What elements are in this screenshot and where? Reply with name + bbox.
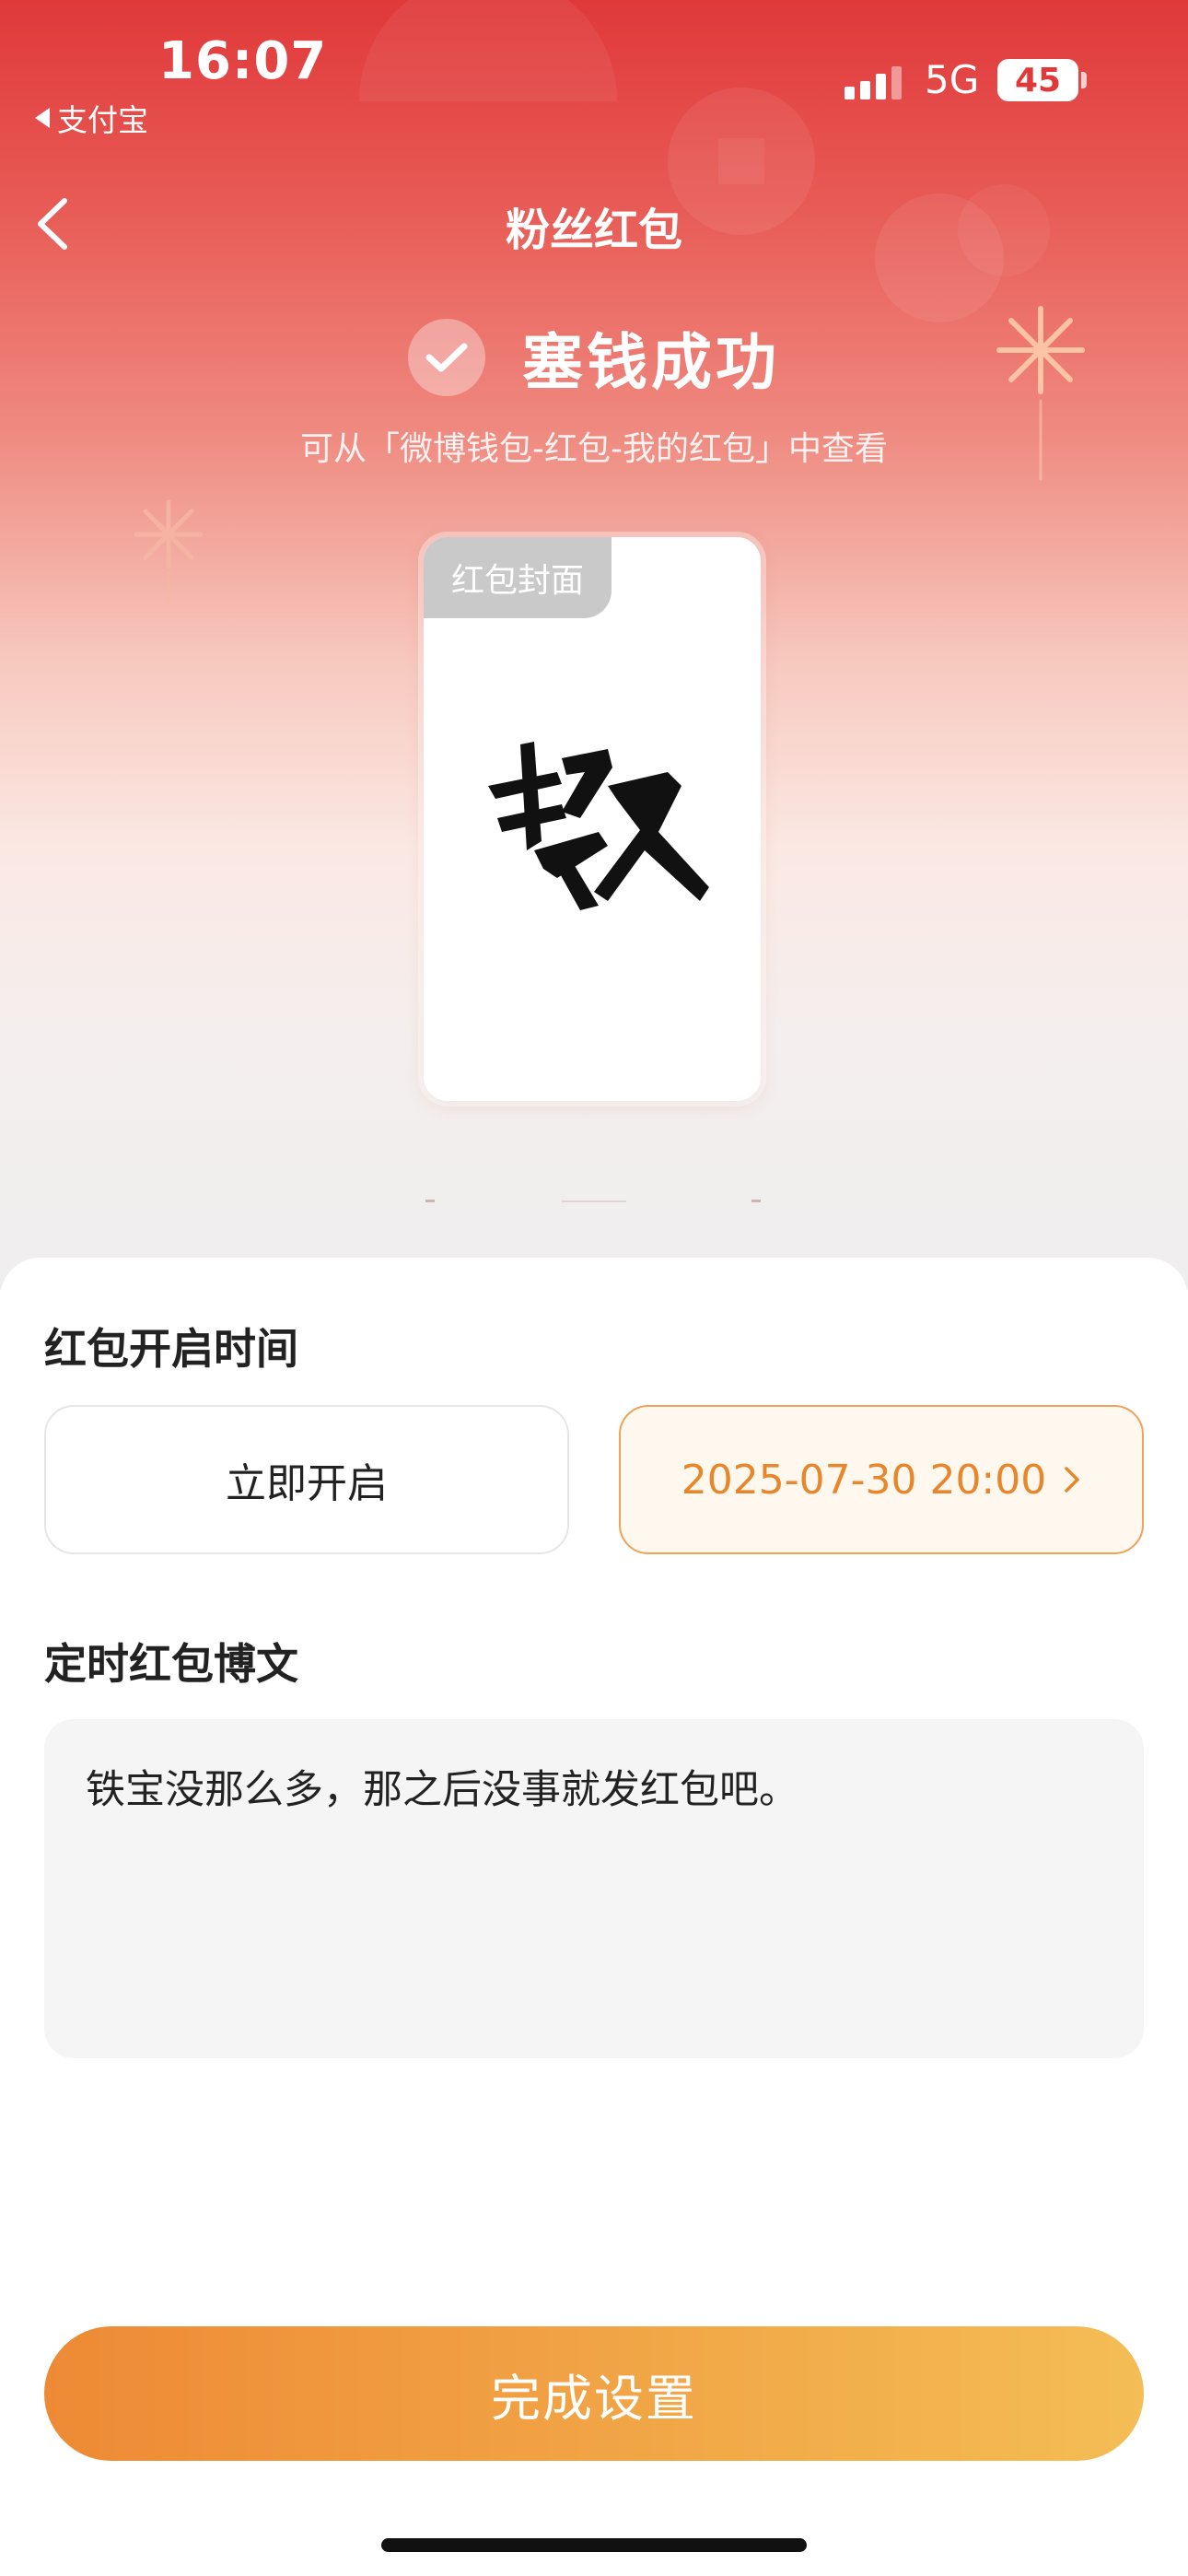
success-subtitle: 可从「微博钱包-红包-我的红包」中查看 — [300, 430, 888, 468]
page-title: 粉丝红包 — [505, 205, 682, 256]
post-content-text: 铁宝没那么多，那之后没事就发红包吧。 — [86, 1767, 798, 1813]
home-indicator — [381, 2538, 807, 2552]
cover-calligraphy-art — [488, 742, 709, 910]
open-time-title: 红包开启时间 — [44, 1324, 298, 1374]
return-to-app-link[interactable]: 支付宝 — [35, 96, 148, 140]
open-now-label: 立即开启 — [226, 1460, 388, 1507]
post-content-input[interactable]: 铁宝没那么多，那之后没事就发红包吧。 — [44, 1719, 1144, 2058]
status-time: 16:07 — [158, 31, 328, 91]
header-background: 16:07 支付宝 5G 45 粉丝红包 塞钱成功 可从「微博钱包-红包-我的红… — [0, 0, 1188, 1290]
open-now-option[interactable]: 立即开启 — [44, 1405, 569, 1554]
success-title: 塞钱成功 — [522, 327, 780, 398]
red-envelope-cover[interactable]: 红包封面 — [424, 537, 761, 1101]
return-app-label: 支付宝 — [57, 102, 148, 138]
cellular-signal-icon — [844, 66, 902, 100]
success-header: 塞钱成功 — [0, 313, 1188, 402]
scheduled-time-option[interactable]: 2025-07-30 20:00 — [619, 1405, 1144, 1554]
complete-setup-button[interactable]: 完成设置 — [44, 2326, 1144, 2461]
check-icon — [408, 319, 485, 396]
firework-decoration-icon — [134, 499, 204, 603]
battery-tip — [1081, 72, 1087, 88]
battery-indicator: 45 — [997, 59, 1078, 101]
network-type: 5G — [925, 57, 980, 102]
complete-setup-label: 完成设置 — [491, 2369, 697, 2428]
back-triangle-icon — [35, 108, 50, 128]
page-indicator — [425, 1200, 761, 1202]
cover-tag: 红包封面 — [424, 537, 612, 618]
post-title: 定时红包博文 — [44, 1639, 298, 1689]
chevron-right-icon — [1065, 1467, 1079, 1493]
scheduled-time-label: 2025-07-30 20:00 — [681, 1456, 1047, 1504]
fan-decoration-icon — [359, 0, 617, 101]
